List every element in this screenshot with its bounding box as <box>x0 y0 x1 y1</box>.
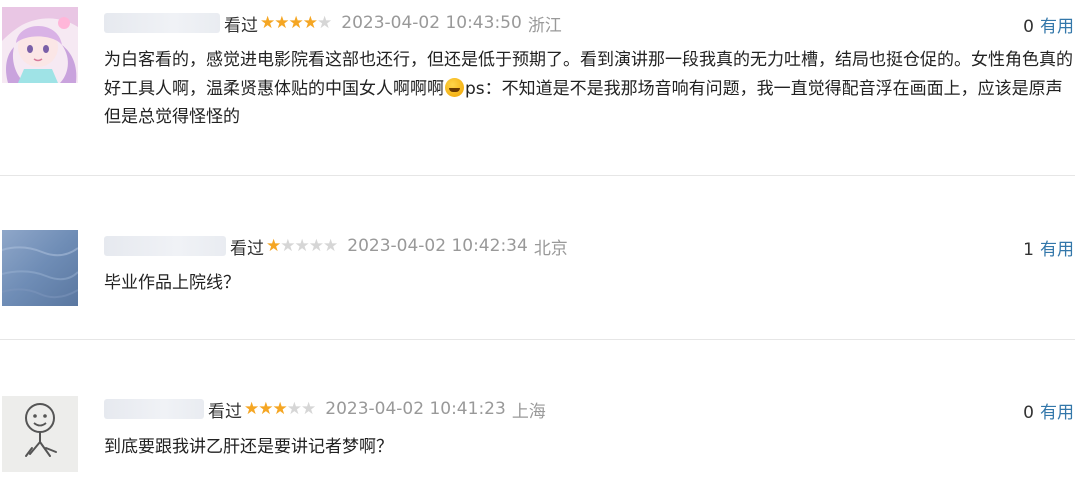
comment-time: 2023-04-02 10:41:23 <box>325 399 506 419</box>
star-icon: ★ <box>288 12 304 33</box>
anime-girl-avatar-icon[interactable] <box>2 7 78 83</box>
useful-counter: 0 有用 <box>1023 398 1074 423</box>
comment-location: 浙江 <box>527 15 562 36</box>
star-empty-icon: ★ <box>294 235 310 256</box>
comment-time: 2023-04-02 10:43:50 <box>341 13 522 33</box>
username-redacted[interactable] <box>104 13 220 33</box>
star-icon: ★ <box>272 398 288 419</box>
useful-count: 0 <box>1023 403 1034 423</box>
star-empty-icon: ★ <box>323 235 338 256</box>
star-icon: ★ <box>266 235 281 256</box>
watch-status: 看过 <box>230 238 264 259</box>
comment-item: 看过 ★ ★ ★ ★ ★ 2023-04-02 10:43:50 浙江 0 有用 … <box>0 0 1080 175</box>
rating-stars: ★ ★ ★ ★ ★ <box>244 398 316 419</box>
comment-item: 看过 ★ ★ ★ ★ ★ 2023-04-02 10:41:23 上海 0 有用 … <box>0 340 1080 492</box>
comment-meta: 看过 ★ ★ ★ ★ ★ 2023-04-02 10:43:50 浙江 <box>104 11 562 36</box>
comment-location: 上海 <box>511 401 546 422</box>
useful-count: 1 <box>1023 240 1034 260</box>
star-icon: ★ <box>302 12 318 33</box>
doodle-face-avatar-icon[interactable] <box>2 396 78 472</box>
star-empty-icon: ★ <box>301 398 316 419</box>
useful-count: 0 <box>1023 17 1034 37</box>
star-icon: ★ <box>244 398 259 419</box>
star-empty-icon: ★ <box>317 12 332 33</box>
rating-stars: ★ ★ ★ ★ ★ <box>260 12 332 33</box>
comment-content: 到底要跟我讲乙肝还是要讲记者梦啊？ <box>104 437 393 457</box>
comment-meta: 看过 ★ ★ ★ ★ ★ 2023-04-02 10:41:23 上海 <box>104 397 546 422</box>
star-icon: ★ <box>258 398 273 419</box>
comment-content: 毕业作品上院线？ <box>104 273 240 293</box>
comment-list: 看过 ★ ★ ★ ★ ★ 2023-04-02 10:43:50 浙江 0 有用 … <box>0 0 1080 492</box>
username-redacted[interactable] <box>104 399 204 419</box>
star-empty-icon: ★ <box>280 235 295 256</box>
comment-time: 2023-04-02 10:42:34 <box>347 236 528 256</box>
watch-status: 看过 <box>208 401 242 422</box>
blue-texture-avatar-icon[interactable] <box>2 230 78 306</box>
useful-vote-button[interactable]: 有用 <box>1040 403 1074 423</box>
star-empty-icon: ★ <box>308 235 324 256</box>
comment-item: 看过 ★ ★ ★ ★ ★ 2023-04-02 10:42:34 北京 1 有用 … <box>0 176 1080 339</box>
comment-location: 北京 <box>533 238 568 259</box>
username-redacted[interactable] <box>104 236 226 256</box>
useful-vote-button[interactable]: 有用 <box>1040 17 1074 37</box>
watch-status: 看过 <box>224 15 258 36</box>
star-empty-icon: ★ <box>286 398 302 419</box>
comment-content: 为白客看的，感觉进电影院看这部也还行，但还是低于预期了。看到演讲那一段我真的无力… <box>104 46 1076 132</box>
star-icon: ★ <box>274 12 289 33</box>
star-icon: ★ <box>260 12 275 33</box>
useful-counter: 1 有用 <box>1023 235 1074 260</box>
useful-vote-button[interactable]: 有用 <box>1040 240 1074 260</box>
useful-counter: 0 有用 <box>1023 12 1074 37</box>
grinning-sweat-emoji-icon <box>445 77 464 97</box>
rating-stars: ★ ★ ★ ★ ★ <box>266 235 338 256</box>
comment-meta: 看过 ★ ★ ★ ★ ★ 2023-04-02 10:42:34 北京 <box>104 234 568 259</box>
